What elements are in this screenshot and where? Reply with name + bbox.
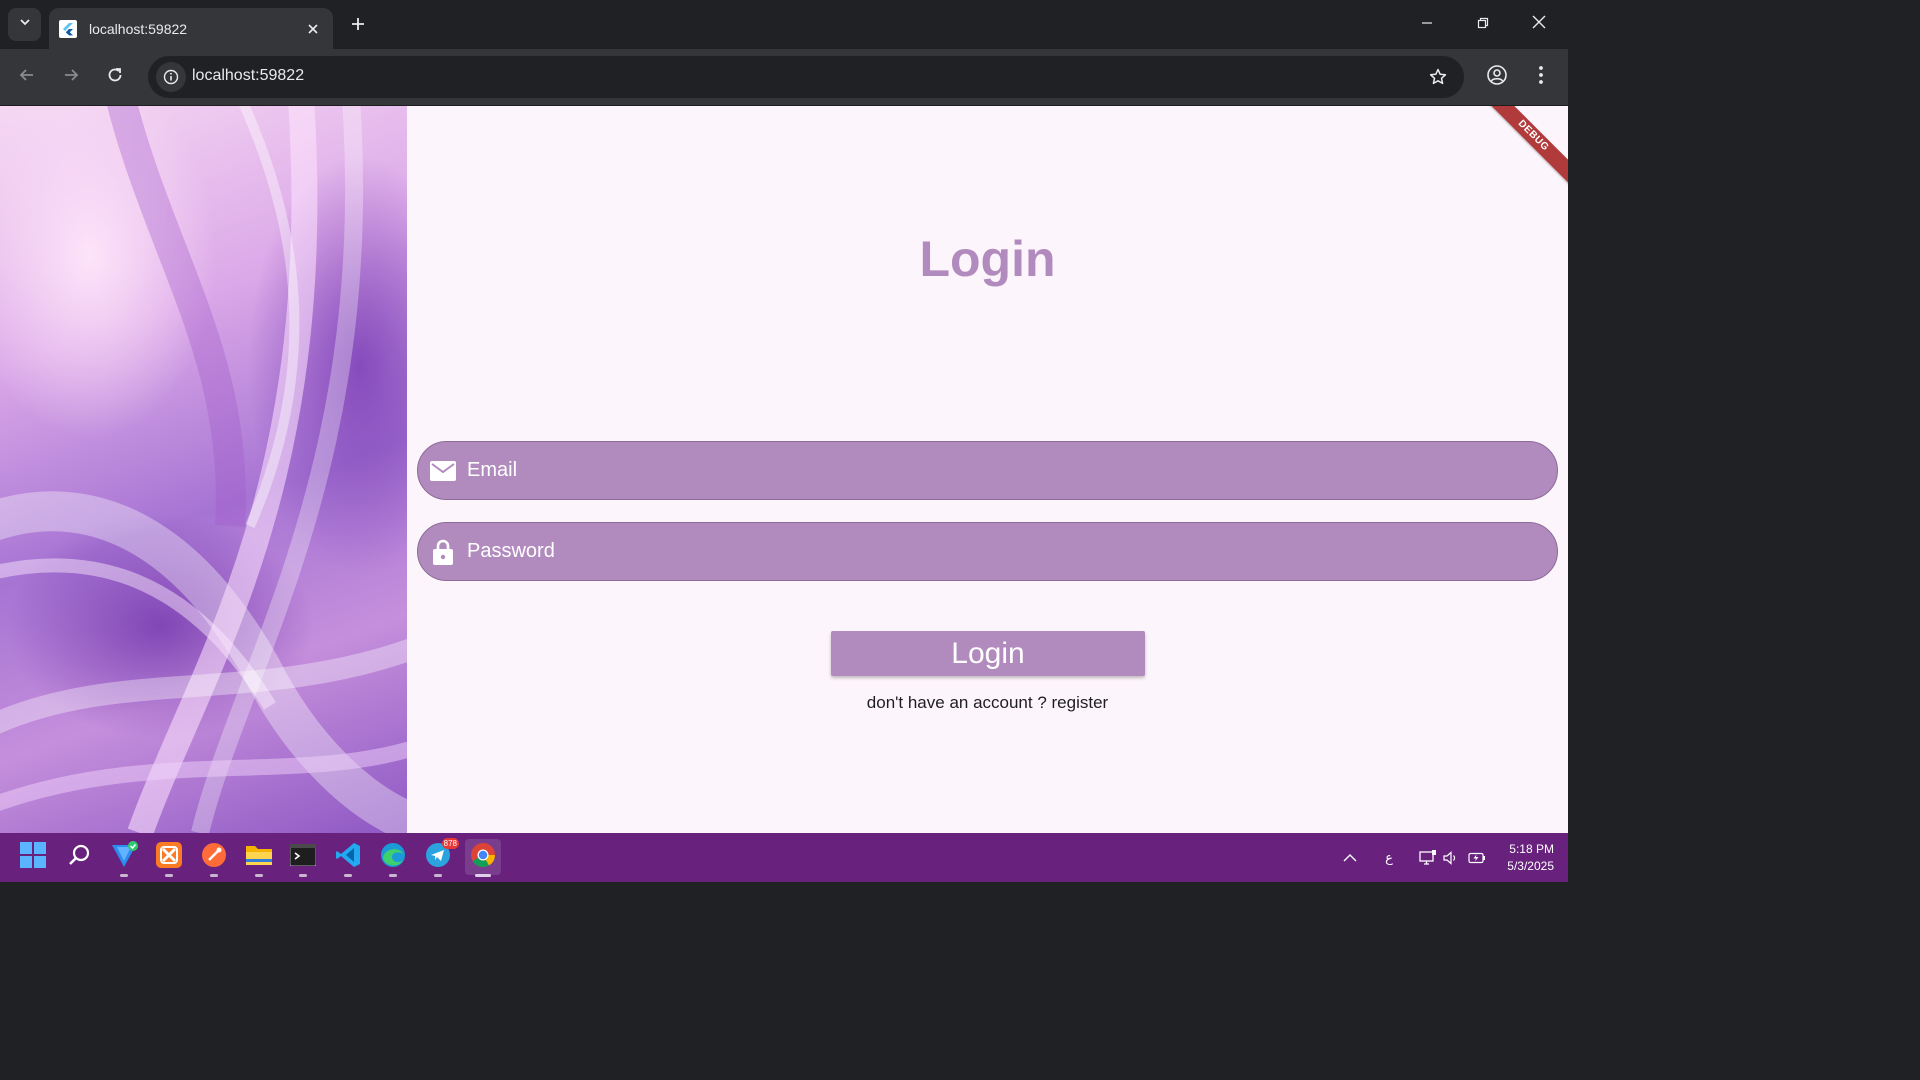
tab-title: localhost:59822 bbox=[89, 20, 188, 37]
vscode-icon bbox=[335, 842, 361, 873]
taskbar-file-explorer[interactable] bbox=[241, 839, 277, 877]
running-indicator bbox=[344, 874, 352, 877]
plus-icon bbox=[350, 16, 366, 37]
edge-icon bbox=[380, 842, 406, 873]
network-icon[interactable] bbox=[1417, 847, 1439, 869]
running-indicator bbox=[255, 874, 263, 877]
email-label: Email bbox=[467, 459, 518, 481]
xampp-icon bbox=[156, 841, 182, 873]
browser-toolbar: localhost:59822 bbox=[0, 49, 1568, 106]
running-indicator bbox=[165, 874, 173, 877]
account-circle-icon bbox=[1486, 64, 1508, 91]
taskbar-edge-app[interactable] bbox=[375, 839, 411, 877]
reload-button[interactable] bbox=[99, 61, 131, 93]
search-icon bbox=[67, 843, 91, 872]
hero-image bbox=[0, 106, 407, 833]
debug-banner: DEBUG bbox=[1481, 106, 1568, 188]
taskbar-terminal-app[interactable] bbox=[285, 839, 321, 877]
running-indicator bbox=[299, 874, 307, 877]
notification-badge: 878 bbox=[441, 837, 459, 849]
clock-time: 5:18 PM bbox=[1509, 842, 1554, 856]
start-button[interactable] bbox=[15, 839, 51, 875]
browser-tab[interactable]: localhost:59822 bbox=[49, 8, 333, 49]
folder-icon bbox=[245, 843, 273, 872]
taskbar-clock[interactable]: 5:18 PM 5/3/2025 bbox=[1507, 841, 1554, 875]
taskbar-vpn-app[interactable] bbox=[106, 839, 142, 877]
forward-button[interactable] bbox=[55, 61, 87, 93]
tab-strip: localhost:59822 bbox=[0, 0, 1568, 49]
running-indicator bbox=[434, 874, 442, 877]
language-indicator[interactable]: ع bbox=[1378, 847, 1400, 869]
taskbar-postman-app[interactable] bbox=[196, 839, 232, 877]
login-button[interactable]: Login bbox=[831, 631, 1145, 676]
running-indicator bbox=[475, 874, 491, 877]
minimize-button[interactable] bbox=[1399, 0, 1455, 49]
register-link[interactable]: don't have an account ? register bbox=[407, 693, 1568, 713]
mail-icon bbox=[430, 458, 456, 484]
telegram-icon: 878 bbox=[425, 837, 459, 873]
password-field[interactable]: Password bbox=[417, 522, 1558, 581]
chevron-down-icon bbox=[18, 15, 32, 34]
terminal-icon bbox=[289, 843, 317, 871]
running-indicator bbox=[120, 874, 128, 877]
tab-search-button[interactable] bbox=[8, 8, 41, 41]
close-icon bbox=[1532, 15, 1546, 34]
show-hidden-icons-button[interactable] bbox=[1339, 847, 1361, 869]
taskbar-telegram-app[interactable]: 878 bbox=[420, 837, 459, 877]
taskbar-chrome-app[interactable] bbox=[465, 839, 501, 877]
search-button[interactable] bbox=[61, 839, 97, 875]
more-vert-icon bbox=[1538, 65, 1544, 90]
address-bar[interactable]: localhost:59822 bbox=[148, 56, 1464, 98]
restore-icon bbox=[1477, 16, 1489, 34]
site-info-icon[interactable] bbox=[156, 62, 186, 92]
page-title: Login bbox=[919, 231, 1056, 287]
vpn-shield-icon bbox=[110, 840, 138, 874]
login-page: DEBUG Login Email Password Login don't h… bbox=[0, 106, 1568, 833]
taskbar-xampp-app[interactable] bbox=[151, 839, 187, 877]
arrow-left-icon bbox=[18, 66, 36, 89]
url-text: localhost:59822 bbox=[192, 67, 305, 84]
back-button[interactable] bbox=[11, 61, 43, 93]
windows-logo-icon bbox=[20, 841, 46, 873]
menu-button[interactable] bbox=[1525, 61, 1557, 93]
taskbar: 878 ع 5:18 PM 5/3/2025 bbox=[0, 833, 1568, 882]
arrow-right-icon bbox=[62, 66, 80, 89]
battery-icon[interactable] bbox=[1466, 847, 1488, 869]
password-label: Password bbox=[467, 540, 555, 562]
bookmark-star-icon[interactable] bbox=[1426, 65, 1450, 89]
email-field[interactable]: Email bbox=[417, 441, 1558, 500]
lock-icon bbox=[430, 539, 456, 565]
profile-button[interactable] bbox=[1481, 61, 1513, 93]
chevron-up-icon bbox=[1343, 851, 1357, 866]
restore-button[interactable] bbox=[1455, 0, 1511, 49]
postman-icon bbox=[201, 842, 227, 873]
running-indicator bbox=[210, 874, 218, 877]
close-window-button[interactable] bbox=[1511, 0, 1567, 49]
running-indicator bbox=[389, 874, 397, 877]
minimize-icon bbox=[1421, 16, 1433, 34]
chrome-icon bbox=[470, 842, 496, 873]
flutter-icon bbox=[59, 19, 77, 38]
reload-icon bbox=[106, 66, 124, 89]
close-tab-icon[interactable] bbox=[301, 17, 325, 41]
volume-icon[interactable] bbox=[1440, 847, 1462, 869]
taskbar-vscode-app[interactable] bbox=[330, 839, 366, 877]
new-tab-button[interactable] bbox=[344, 12, 372, 40]
clock-date: 5/3/2025 bbox=[1507, 859, 1554, 873]
